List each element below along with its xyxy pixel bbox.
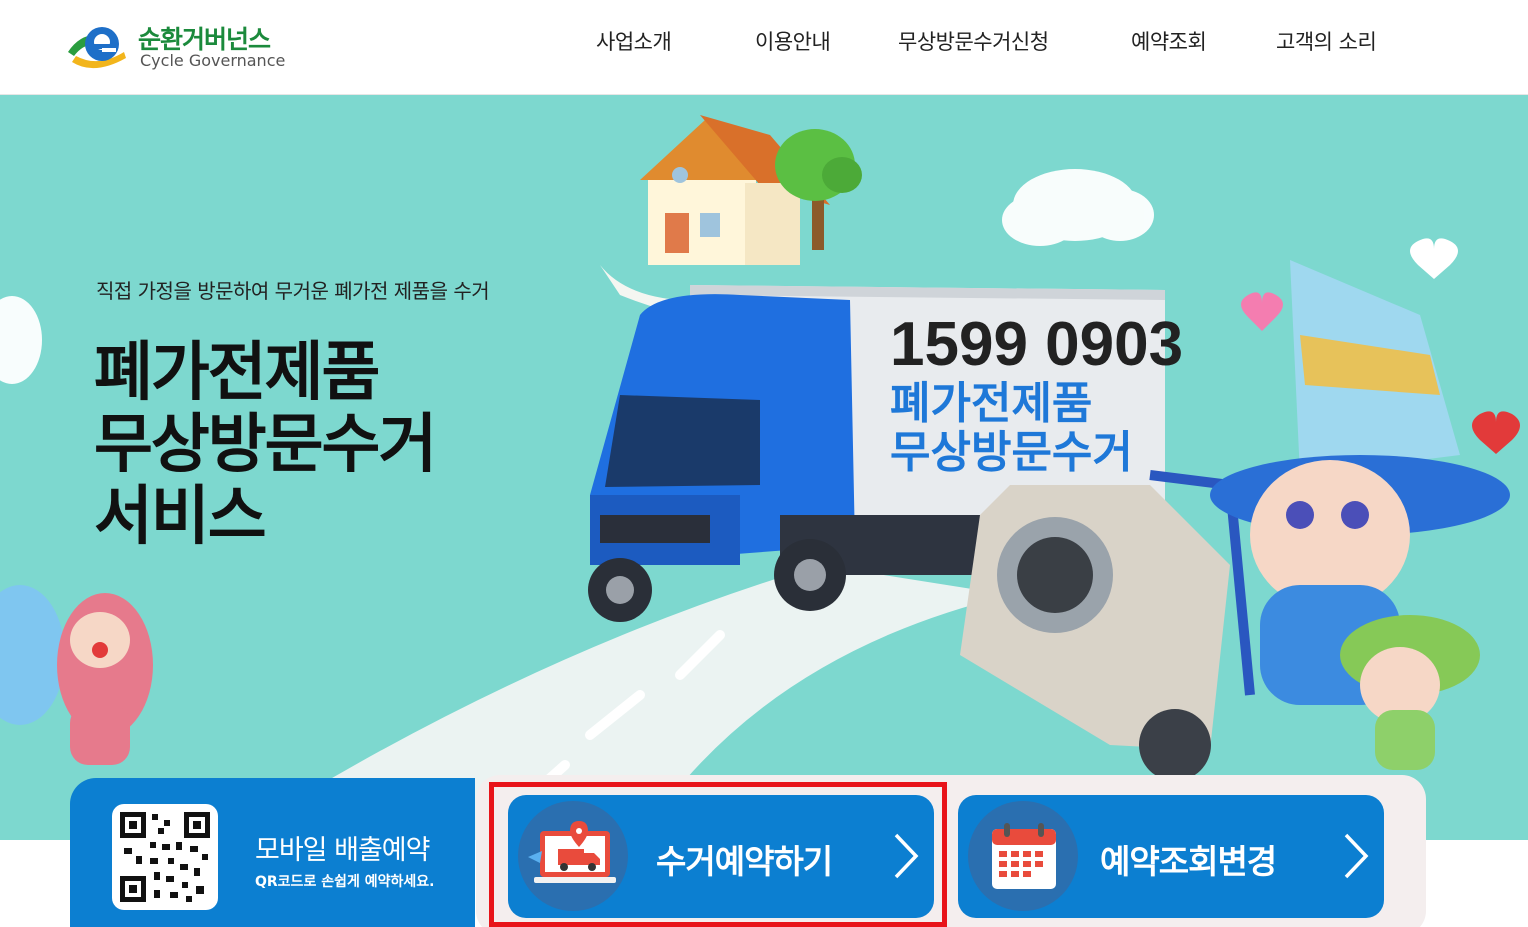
truck-text-line2: 무상방문수거 [890, 428, 1133, 477]
truck-phone-number: 1599 0903 [890, 310, 1183, 379]
main-nav: 사업소개 이용안내 무상방문수거신청 예약조회 고객의 소리 [0, 26, 1528, 56]
truck-text-line1: 폐가전제품 [890, 379, 1092, 428]
qr-code-icon [120, 812, 210, 902]
mobile-reservation-card: 모바일 배출예약 QR코드로 손쉽게 예약하세요. [70, 778, 475, 927]
nav-free-pickup-request[interactable]: 무상방문수거신청 [898, 26, 1049, 56]
left-mascots-illustration [0, 585, 153, 765]
reservation-lookup-change-label: 예약조회변경 [1100, 842, 1277, 881]
nav-business-intro[interactable]: 사업소개 [596, 26, 672, 56]
calendar-icon [968, 801, 1078, 911]
washing-machine-illustration [960, 470, 1255, 781]
site-header: 순환거버넌스 Cycle Governance 사업소개 이용안내 무상방문수거… [0, 0, 1528, 95]
nav-customer-voice[interactable]: 고객의 소리 [1276, 26, 1377, 56]
hero-subtitle: 직접 가정을 방문하여 무거운 폐가전 제품을 수거 [96, 279, 490, 303]
hero-title-line: 서비스 [94, 480, 267, 554]
mobile-reservation-caption: QR코드로 손쉽게 예약하세요. [255, 874, 435, 890]
pickup-reservation-label: 수거예약하기 [656, 842, 833, 881]
nav-usage-guide[interactable]: 이용안내 [755, 26, 831, 56]
qr-code [112, 804, 218, 910]
hero-title-line: 폐가전제품 [94, 336, 380, 410]
hero-banner: 1599 0903 폐가전제품 무상방문수거 직접 가정을 방문하여 무거운 폐… [0, 95, 1528, 840]
mobile-reservation-title: 모바일 배출예약 [255, 835, 430, 866]
chevron-right-icon [894, 833, 919, 879]
laptop-delivery-truck-icon [518, 801, 628, 911]
pickup-reservation-button[interactable]: 수거예약하기 [508, 795, 934, 918]
right-mascot-illustration [1340, 615, 1480, 770]
hero-title-line: 무상방문수거 [94, 408, 437, 482]
hero-title: 폐가전제품 무상방문수거 서비스 [94, 336, 437, 554]
chevron-right-icon [1344, 833, 1369, 879]
reservation-lookup-change-button[interactable]: 예약조회변경 [958, 795, 1384, 918]
nav-reservation-lookup[interactable]: 예약조회 [1131, 26, 1207, 56]
